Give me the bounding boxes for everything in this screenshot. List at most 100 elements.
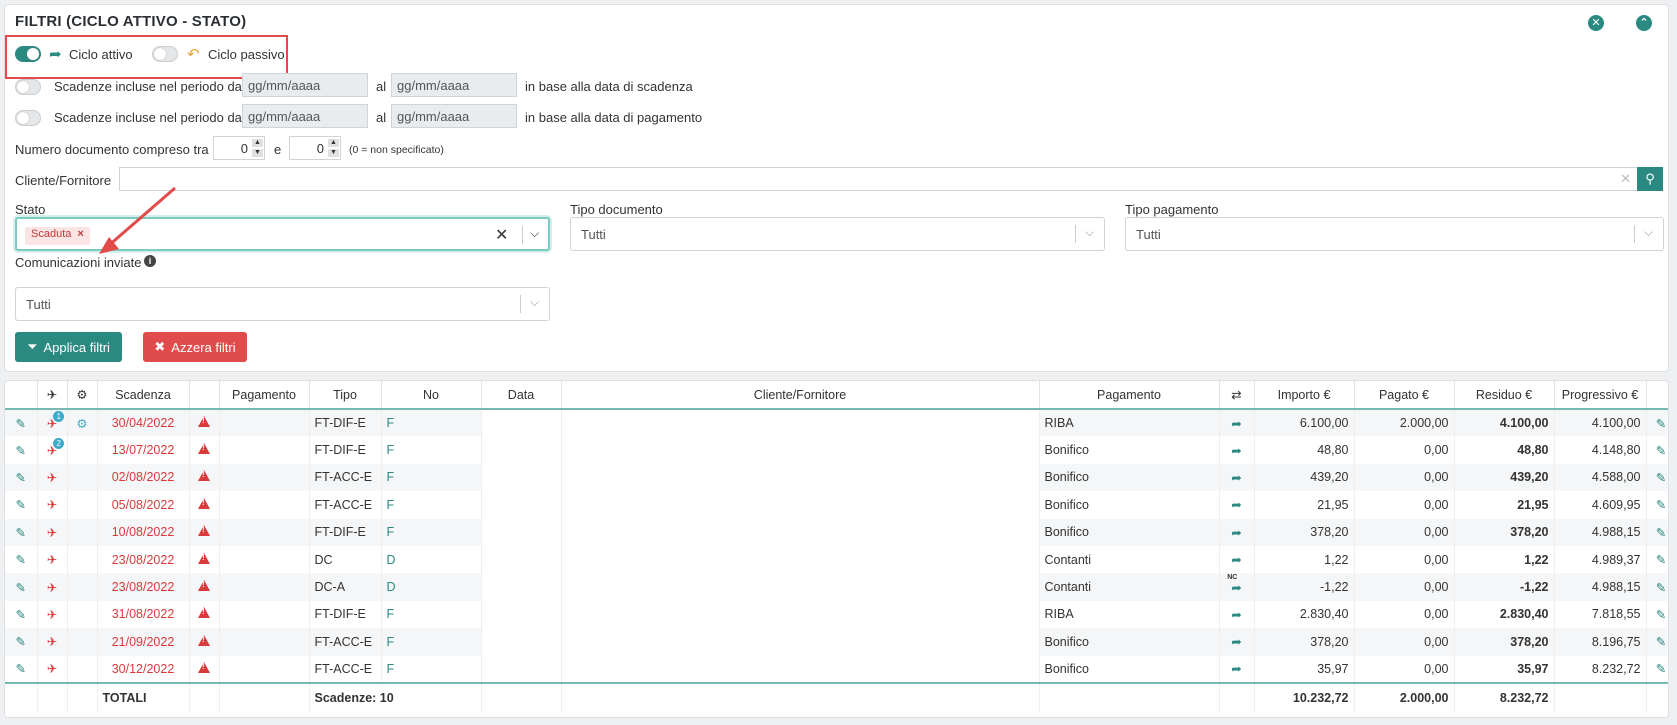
- cliente-input[interactable]: ✕: [119, 167, 1638, 191]
- share-icon[interactable]: ➦ NC: [1227, 574, 1241, 595]
- table-row[interactable]: ✎ ✈ 02/08/2022 FT-ACC-EF Bonifico ➦ 439,200,00…: [5, 463, 1668, 492]
- share-icon[interactable]: ➦: [1231, 416, 1241, 431]
- tipo-documento-select[interactable]: Tutti ⌵: [570, 217, 1105, 251]
- scadenza-from-input[interactable]: gg/mm/aaaa: [242, 73, 368, 97]
- numero-from-stepper[interactable]: ▲ ▼: [252, 139, 263, 157]
- gear-icon[interactable]: ⚙: [76, 417, 87, 431]
- plane-icon[interactable]: ✈: [47, 470, 57, 485]
- plane-icon[interactable]: ✈ 1: [47, 410, 65, 431]
- plane-icon[interactable]: ✈: [47, 661, 57, 676]
- edit-icon[interactable]: ✎: [5, 409, 38, 437]
- edit-icon[interactable]: ✎: [1646, 463, 1668, 492]
- numero-to-stepper[interactable]: ▲ ▼: [328, 139, 339, 157]
- table-row[interactable]: ✎ ✈ 05/08/2022 FT-ACC-EF Bonifico ➦ 21,950,002…: [5, 491, 1668, 519]
- close-circle-icon[interactable]: ✕: [1588, 15, 1604, 31]
- table-row[interactable]: ✎ ✈ 30/12/2022 FT-ACC-EF Bonifico ➦ 35,970,003…: [5, 655, 1668, 683]
- share-icon[interactable]: ➦: [1231, 470, 1241, 485]
- table-row[interactable]: ✎ ✈2 13/07/2022 FT-DIF-EF Bonifico ➦ 48,800,00…: [5, 436, 1668, 464]
- table-row[interactable]: ✎ ✈1 ⚙ 30/04/2022 FT-DIF-EF RIBA ➦ 6.100,002.00…: [5, 409, 1668, 437]
- table-row[interactable]: ✎ ✈ 31/08/2022 FT-DIF-EF RIBA ➦ 2.830,400,002.…: [5, 600, 1668, 629]
- col-progressivo[interactable]: Progressivo €: [1554, 381, 1647, 410]
- stato-select[interactable]: Scaduta × ✕ ⌵: [15, 217, 550, 251]
- no-cell[interactable]: F: [381, 518, 482, 546]
- info-icon[interactable]: i: [144, 255, 156, 267]
- col-importo[interactable]: Importo €: [1254, 381, 1355, 410]
- chevron-down-icon[interactable]: ⌵: [1085, 225, 1094, 240]
- edit-icon[interactable]: ✎: [1646, 409, 1668, 437]
- edit-icon[interactable]: ✎: [1646, 491, 1668, 519]
- edit-icon[interactable]: ✎: [5, 518, 38, 546]
- share-icon[interactable]: ➦: [1231, 552, 1241, 567]
- no-cell[interactable]: F: [381, 655, 482, 683]
- edit-icon[interactable]: ✎: [5, 436, 38, 464]
- share-icon[interactable]: ➦: [1231, 607, 1241, 622]
- clear-icon[interactable]: ✕: [1620, 171, 1631, 187]
- chevron-down-icon[interactable]: ⌵: [530, 226, 539, 241]
- no-cell[interactable]: D: [381, 545, 482, 574]
- plane-icon[interactable]: ✈: [47, 525, 57, 540]
- share-icon[interactable]: ➦: [1231, 661, 1241, 676]
- edit-icon[interactable]: ✎: [5, 655, 38, 683]
- col-residuo[interactable]: Residuo €: [1454, 381, 1555, 410]
- no-cell[interactable]: F: [381, 600, 482, 629]
- col-data[interactable]: Data: [481, 381, 562, 410]
- table-row[interactable]: ✎✈23/08/2022DCDContanti➦1,220,001,224.98…: [5, 545, 1668, 574]
- collapse-icon[interactable]: ⌃: [1636, 15, 1652, 31]
- edit-icon[interactable]: ✎: [5, 491, 38, 519]
- edit-icon[interactable]: ✎: [5, 463, 38, 492]
- col-pagato[interactable]: Pagato €: [1354, 381, 1455, 410]
- numero-to-input[interactable]: 0 ▲ ▼: [289, 136, 341, 160]
- col-tipo[interactable]: Tipo: [309, 381, 382, 410]
- comunicazioni-select[interactable]: Tutti ⌵: [15, 287, 550, 321]
- azzera-filtri-button[interactable]: ✖ Azzera filtri: [143, 332, 247, 362]
- col-scadenza[interactable]: Scadenza: [97, 381, 190, 410]
- edit-icon[interactable]: ✎: [1646, 600, 1668, 629]
- chevron-down-icon[interactable]: ⌵: [530, 295, 539, 310]
- col-pagamento[interactable]: Pagamento: [1039, 381, 1220, 410]
- no-cell[interactable]: F: [381, 628, 482, 656]
- ciclo-passivo-toggle[interactable]: [152, 46, 178, 62]
- edit-icon[interactable]: ✎: [5, 600, 38, 629]
- no-cell[interactable]: F: [381, 463, 482, 492]
- no-cell[interactable]: F: [381, 491, 482, 519]
- edit-icon[interactable]: ✎: [1646, 573, 1668, 601]
- edit-icon[interactable]: ✎: [1646, 545, 1668, 574]
- no-cell[interactable]: D: [381, 573, 482, 601]
- edit-icon[interactable]: ✎: [1646, 655, 1668, 683]
- stato-tag[interactable]: Scaduta ×: [25, 227, 90, 245]
- no-cell[interactable]: F: [381, 409, 482, 437]
- plane-icon[interactable]: ✈: [47, 552, 57, 567]
- numero-from-input[interactable]: 0 ▲ ▼: [213, 136, 265, 160]
- edit-icon[interactable]: ✎: [5, 628, 38, 656]
- edit-icon[interactable]: ✎: [1646, 628, 1668, 656]
- pagamento-from-input[interactable]: gg/mm/aaaa: [242, 104, 368, 128]
- edit-icon[interactable]: ✎: [5, 545, 38, 574]
- col-cliente[interactable]: Cliente/Fornitore: [561, 381, 1040, 410]
- edit-icon[interactable]: ✎: [1646, 518, 1668, 546]
- ciclo-attivo-toggle[interactable]: [15, 46, 41, 62]
- applica-filtri-button[interactable]: ⏷ Applica filtri: [15, 332, 122, 362]
- share-icon[interactable]: ➦: [1231, 443, 1241, 458]
- table-row[interactable]: ✎ ✈ 23/08/2022 DC-AD Contanti ➦NC -1,220,00-1,…: [5, 573, 1668, 601]
- tag-remove-icon[interactable]: ×: [77, 228, 83, 240]
- search-button[interactable]: ⚲: [1637, 167, 1663, 191]
- edit-icon[interactable]: ✎: [1646, 436, 1668, 464]
- plane-icon[interactable]: ✈: [47, 580, 57, 595]
- plane-icon[interactable]: ✈: [47, 607, 57, 622]
- table-row[interactable]: ✎ ✈ 10/08/2022 FT-DIF-EF Bonifico ➦ 378,200,00…: [5, 518, 1668, 546]
- col-no[interactable]: No: [381, 381, 482, 410]
- table-row[interactable]: ✎ ✈ 21/09/2022 FT-ACC-EF Bonifico ➦ 378,200,00…: [5, 628, 1668, 656]
- plane-icon[interactable]: ✈ 2: [47, 437, 65, 458]
- plane-icon[interactable]: ✈: [47, 634, 57, 649]
- share-icon[interactable]: ➦: [1231, 525, 1241, 540]
- pagamento-period-toggle[interactable]: [15, 110, 41, 126]
- share-icon[interactable]: ➦: [1231, 634, 1241, 649]
- tipo-pagamento-select[interactable]: Tutti ⌵: [1125, 217, 1664, 251]
- plane-icon[interactable]: ✈: [47, 497, 57, 512]
- scadenza-period-toggle[interactable]: [15, 79, 41, 95]
- scadenza-to-input[interactable]: gg/mm/aaaa: [391, 73, 517, 97]
- pagamento-to-input[interactable]: gg/mm/aaaa: [391, 104, 517, 128]
- share-icon[interactable]: ➦: [1231, 497, 1241, 512]
- no-cell[interactable]: F: [381, 436, 482, 464]
- edit-icon[interactable]: ✎: [5, 573, 38, 601]
